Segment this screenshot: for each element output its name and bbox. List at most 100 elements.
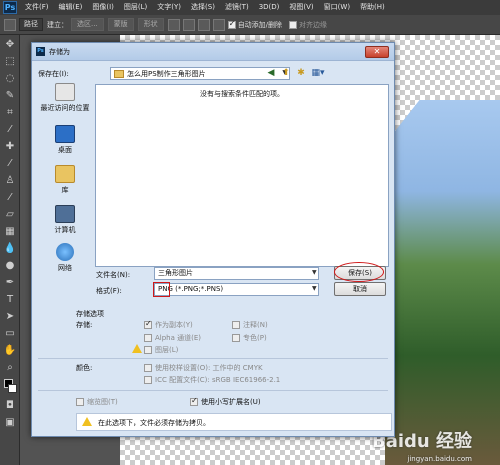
cancel-button[interactable]: 取消 [334,282,386,296]
use-proof-setup-checkbox[interactable] [144,364,152,372]
place-desktop[interactable]: 桌面 [37,125,93,155]
menu-layer[interactable]: 图层(L) [119,0,152,15]
places-bar: 最近访问的位置 桌面 库 计算机 网络 [37,83,93,288]
quick-select-tool-icon[interactable]: ✎ [3,89,17,103]
warning-icon [82,417,92,426]
place-network[interactable]: 网络 [37,243,93,273]
filename-input[interactable]: 三角形图片 [154,267,319,280]
shape-tool-icon[interactable]: ▭ [3,327,17,341]
place-libraries[interactable]: 库 [37,165,93,195]
back-icon[interactable]: ◀ [265,67,277,79]
type-tool-icon[interactable]: T [3,293,17,307]
file-list[interactable]: 没有与搜索条件匹配的项。 [95,84,389,267]
place-computer[interactable]: 计算机 [37,205,93,235]
divider [38,358,388,359]
path-arrangement-icon[interactable] [197,18,210,31]
baidu-watermark-url: jingyan.baidu.com [407,455,472,463]
menu-window[interactable]: 窗口(W) [319,0,355,15]
icc-profile-checkbox[interactable] [144,376,152,384]
quick-mask-icon[interactable]: ◘ [3,399,17,413]
format-select[interactable]: PNG (*.PNG;*.PNS) [154,283,319,296]
menu-help[interactable]: 帮助(H) [355,0,390,15]
hand-tool-icon[interactable]: ✋ [3,344,17,358]
eyedropper-tool-icon[interactable]: ⁄ [3,123,17,137]
toolbox: ✥ ⬚ ◌ ✎ ⌗ ⁄ ✚ ⁄ ♙ ⁄ ▱ ▦ 💧 ● ✒ T ➤ ▭ ✋ ⌕ … [0,35,20,465]
desktop-icon [55,125,75,143]
notes-checkbox[interactable] [232,321,240,329]
history-brush-tool-icon[interactable]: ⁄ [3,191,17,205]
place-label: 最近访问的位置 [40,104,90,112]
menu-file[interactable]: 文件(F) [20,0,54,15]
healing-brush-tool-icon[interactable]: ✚ [3,140,17,154]
save-options-heading: 存储选项 [76,310,104,318]
path-selection-tool-icon[interactable]: ➤ [3,310,17,324]
alpha-channels-checkbox[interactable] [144,334,152,342]
view-menu-icon[interactable]: ▦▾ [310,67,326,79]
path-mode-select[interactable]: 路径 [19,18,43,31]
storage-label: 存储: [76,321,93,329]
libraries-icon [55,165,75,183]
menu-view[interactable]: 视图(V) [284,0,318,15]
path-alignment-icon[interactable] [182,18,195,31]
brush-tool-icon[interactable]: ⁄ [3,157,17,171]
layers-label: 图层(L) [155,346,179,354]
layers-checkbox[interactable] [144,346,152,354]
format-label: 格式(F): [96,287,122,295]
shape-button[interactable]: 形状 [137,18,164,31]
align-edges-label: 对齐边缘 [299,20,328,29]
screen-mode-icon[interactable]: ▣ [3,416,17,430]
photoshop-small-icon: Ps [36,47,45,56]
dialog-titlebar[interactable]: Ps 存储为 [32,43,394,61]
filename-label: 文件名(N): [96,271,131,279]
new-folder-icon[interactable]: ✱ [295,67,307,79]
crop-tool-icon[interactable]: ⌗ [3,106,17,120]
close-button[interactable]: ✕ [365,46,389,58]
menu-3d[interactable]: 3D(D) [254,0,285,15]
blur-tool-icon[interactable]: 💧 [3,242,17,256]
zoom-tool-icon[interactable]: ⌕ [3,361,17,375]
pen-tool-icon[interactable]: ✒ [3,276,17,290]
auto-add-delete-checkbox[interactable] [227,19,236,29]
pen-tool-preset-icon[interactable] [4,18,16,31]
as-copy-checkbox[interactable] [144,319,152,329]
place-recent[interactable]: 最近访问的位置 [37,83,93,113]
place-label: 网络 [58,264,72,272]
network-icon [56,243,74,261]
color-swatches-icon[interactable] [3,378,17,396]
notes-label: 注释(N) [243,321,268,329]
lasso-tool-icon[interactable]: ◌ [3,72,17,86]
chevron-down-icon[interactable]: ▼ [312,285,317,292]
options-bar: 路径 建立： 选区... 蒙版 形状 自动添加/删除 对齐边缘 [0,15,500,35]
thumbnail-checkbox[interactable] [76,398,84,406]
dodge-tool-icon[interactable]: ● [3,259,17,273]
chevron-down-icon[interactable]: ▼ [312,269,317,276]
warning-text: 在此选项下，文件必须存储为拷贝。 [98,419,210,427]
menu-select[interactable]: 选择(S) [186,0,220,15]
selection-button[interactable]: 选区... [71,18,104,31]
lowercase-extension-checkbox[interactable] [190,396,198,406]
menu-image[interactable]: 图像(I) [87,0,119,15]
align-edges-checkbox[interactable] [289,20,298,29]
path-operations-icon[interactable] [167,18,180,31]
as-copy-label: 作为副本(Y) [155,321,193,329]
mask-button[interactable]: 蒙版 [107,18,134,31]
eraser-tool-icon[interactable]: ▱ [3,208,17,222]
save-in-select[interactable]: 怎么用PS制作三角形图片 ▼ [110,67,290,80]
menu-edit[interactable]: 编辑(E) [54,0,88,15]
recent-places-icon [55,83,75,101]
save-in-label: 保存在(I): [38,70,69,78]
gradient-tool-icon[interactable]: ▦ [3,225,17,239]
gear-icon[interactable] [212,18,225,31]
menu-type[interactable]: 文字(Y) [152,0,186,15]
save-in-folder: 怎么用PS制作三角形图片 [127,69,206,78]
highlight-box [153,282,170,297]
save-as-dialog: Ps 存储为 ✕ 保存在(I): 怎么用PS制作三角形图片 ▼ ◀ ⬆ ✱ ▦▾… [31,42,395,437]
clone-stamp-tool-icon[interactable]: ♙ [3,174,17,188]
marquee-tool-icon[interactable]: ⬚ [3,55,17,69]
menu-filter[interactable]: 滤镜(T) [220,0,254,15]
color-label: 颜色: [76,364,93,372]
up-folder-icon[interactable]: ⬆ [280,67,292,79]
folder-icon [114,69,124,78]
move-tool-icon[interactable]: ✥ [3,38,17,52]
spot-colors-checkbox[interactable] [232,334,240,342]
